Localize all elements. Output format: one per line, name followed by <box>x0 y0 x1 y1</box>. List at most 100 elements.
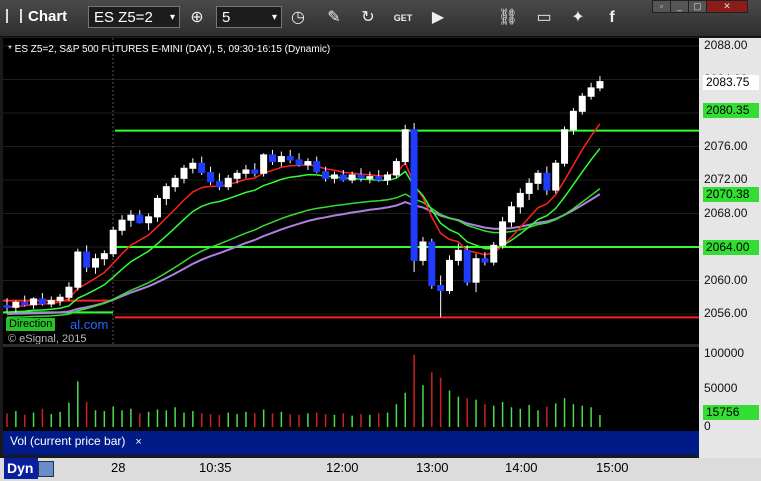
x-tick-1400: 14:00 <box>505 460 538 475</box>
candle-body <box>47 300 55 305</box>
pencil-icon[interactable]: ✎ <box>320 6 348 30</box>
candle-body <box>419 241 427 261</box>
vol-tick-0: 0 <box>704 419 711 433</box>
restore-button[interactable]: ▢ <box>688 0 707 13</box>
candle-body <box>92 258 99 268</box>
candle-body <box>56 296 64 302</box>
candle-body <box>21 301 29 306</box>
candle-body <box>454 249 462 261</box>
close-button[interactable]: ✕ <box>706 0 748 13</box>
vol-tick-100000: 100000 <box>704 346 745 360</box>
candle-body <box>534 172 542 184</box>
candle-body <box>552 162 560 191</box>
candle-body <box>304 161 312 166</box>
candle-body <box>446 259 453 292</box>
interval-dropdown-icon[interactable]: ▾ <box>272 7 277 29</box>
candle-body <box>384 174 392 181</box>
pin-button[interactable]: ▫ <box>652 0 671 13</box>
candle-body <box>437 285 445 292</box>
candle-body <box>74 251 82 288</box>
candle-body <box>233 172 241 179</box>
zoom-icon[interactable] <box>38 461 54 477</box>
candle-body <box>375 176 383 181</box>
x-tick-1500: 15:00 <box>596 460 629 475</box>
candle-body <box>578 95 586 112</box>
candle-body <box>596 81 604 89</box>
link-icon[interactable]: ⛓ <box>494 6 522 30</box>
candle-body <box>516 192 524 208</box>
price-chart[interactable] <box>3 38 699 344</box>
play-icon[interactable]: ▶ <box>424 6 452 30</box>
candle-body <box>401 129 409 163</box>
y-tick-label: 2072.00 <box>704 172 748 186</box>
candle-body <box>83 251 91 268</box>
candle-body <box>348 174 356 181</box>
volume-chart[interactable] <box>3 347 699 431</box>
clock-icon[interactable]: ◷ <box>284 6 312 30</box>
get-icon[interactable]: GET <box>389 6 417 30</box>
candle-body <box>171 177 179 188</box>
candle-body <box>313 161 321 173</box>
candle-body <box>242 169 250 174</box>
y-tick-label: 2076.00 <box>704 138 748 153</box>
candle-body <box>224 177 232 188</box>
candle-body <box>30 298 38 306</box>
symbol-input[interactable]: ES Z5=2 ▾ <box>88 6 180 28</box>
candle-body <box>569 110 577 131</box>
refresh-icon[interactable]: ↻ <box>354 6 382 30</box>
candle-body <box>180 167 188 179</box>
minimize-button[interactable]: _ <box>670 0 689 13</box>
candle-body <box>127 214 135 221</box>
candle-body <box>322 171 330 179</box>
chart-title: Chart <box>6 8 67 25</box>
volume-chart-svg[interactable] <box>3 347 699 431</box>
x-axis[interactable]: Dyn 28 10:35 12:00 13:00 14:00 15:00 <box>0 458 761 481</box>
candle-body <box>260 154 268 174</box>
candle-body <box>507 206 515 223</box>
candle-body <box>561 129 569 164</box>
direction-label: Direction <box>6 318 56 331</box>
y-tick-label: 2060.00 <box>704 272 748 287</box>
candle-body <box>269 154 276 163</box>
x-tick-1035: 10:35 <box>199 460 232 475</box>
interval-value: 5 <box>222 9 231 26</box>
x-tick-1300: 13:00 <box>416 460 449 475</box>
candle-body <box>251 169 259 174</box>
candle-body <box>481 258 489 263</box>
candle-body <box>587 87 595 97</box>
candle-body <box>490 244 498 263</box>
chat-icon[interactable]: ▭ <box>530 6 558 30</box>
price-chart-svg[interactable] <box>3 38 699 344</box>
x-tick-1200: 12:00 <box>326 460 359 475</box>
candle-body <box>38 298 46 305</box>
ma-green-fast-line <box>6 147 601 314</box>
price-label: 2064.00 <box>703 240 759 255</box>
price-label: 2083.75 <box>703 74 759 90</box>
twitter-icon[interactable]: ✦ <box>564 6 592 30</box>
symbol-dropdown-icon[interactable]: ▾ <box>170 7 175 29</box>
candle-body <box>472 258 480 283</box>
candle-body <box>543 172 551 191</box>
candle-body <box>525 182 533 194</box>
watermark-text: al.com <box>70 317 109 332</box>
candle-body <box>109 229 117 255</box>
candle-body <box>286 156 294 161</box>
crosshair-icon[interactable]: ⊕ <box>183 6 211 30</box>
candle-body <box>118 219 126 231</box>
candle-body <box>463 249 471 283</box>
candle-body <box>136 214 144 224</box>
candle-body <box>410 129 418 261</box>
candle-body <box>12 301 20 308</box>
volume-study-label[interactable]: Vol (current price bar) × <box>6 432 146 450</box>
volume-current-label: 15756 <box>703 405 759 420</box>
title-text: Chart <box>28 8 68 25</box>
candle-body <box>145 216 153 224</box>
interval-input[interactable]: 5 ▾ <box>216 6 282 28</box>
price-label: 2080.35 <box>703 103 759 119</box>
chart-header: * ES Z5=2, S&P 500 FUTURES E-MINI (DAY),… <box>8 44 331 55</box>
facebook-icon[interactable]: f <box>598 6 626 30</box>
dynamic-mode-button[interactable]: Dyn <box>4 458 38 479</box>
volume-close-icon[interactable]: × <box>135 436 141 448</box>
toolbar: Chart ES Z5=2 ▾ ⊕ 5 ▾ ◷ ✎ ↻ GET ▶ ⛓ ▭ ✦ f … <box>0 0 761 37</box>
candle-body <box>100 253 108 260</box>
